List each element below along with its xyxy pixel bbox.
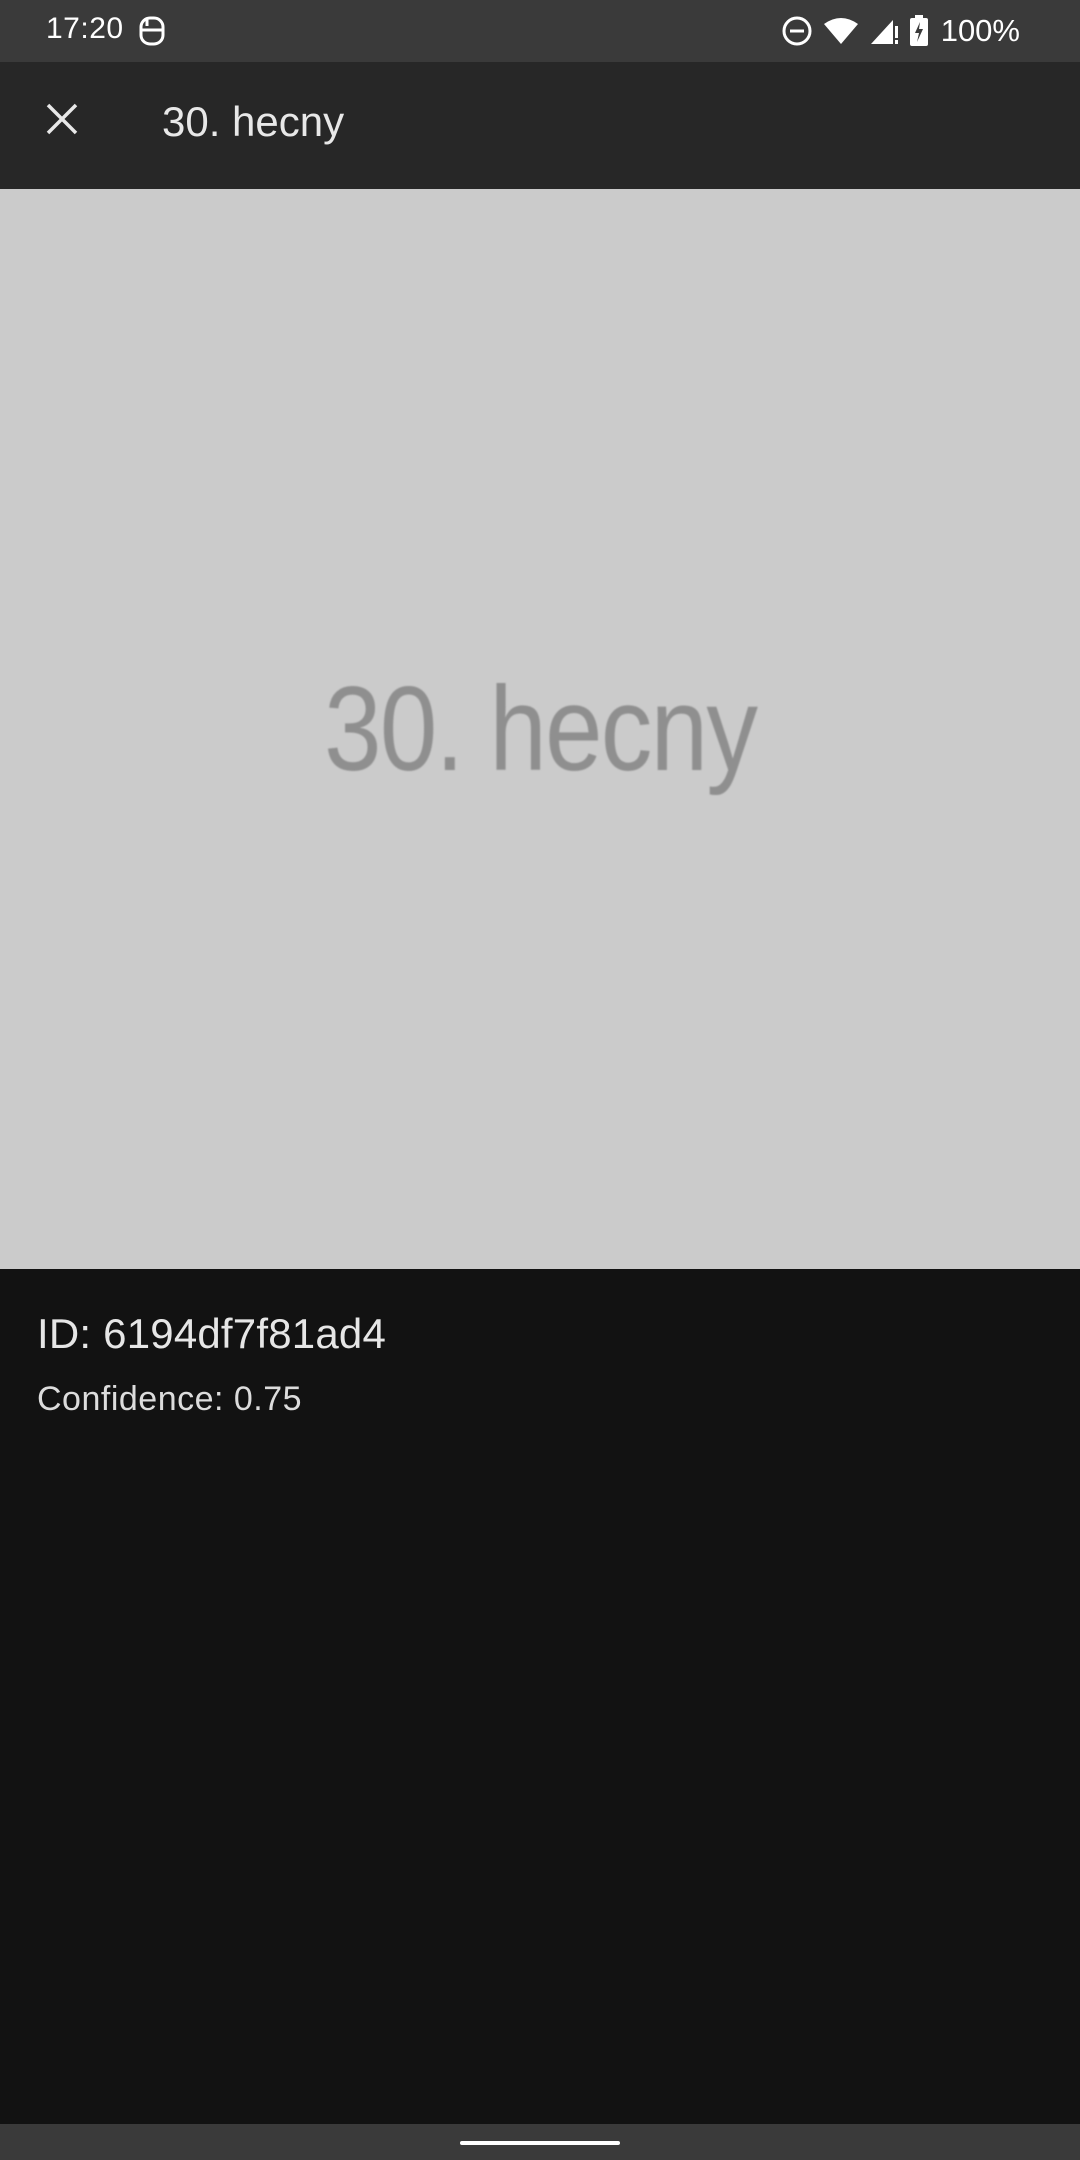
item-id: ID: 6194df7f81ad4: [37, 1310, 387, 1357]
details-section: ID: 6194df7f81ad4 Confidence: 0.75: [37, 1310, 386, 1419]
app-bar: 30. hecny: [0, 62, 1080, 189]
close-button[interactable]: [28, 85, 96, 153]
status-icons: 100%: [781, 11, 1020, 51]
battery-charging-icon: [909, 15, 929, 47]
notification-icon: [138, 14, 166, 48]
status-time: 17:20: [46, 12, 124, 45]
image-preview: 30. hecny: [0, 189, 1080, 1269]
page-title: 30. hecny: [162, 98, 345, 145]
status-bar: 17:20 100%: [0, 0, 1080, 62]
battery-percent: 100%: [940, 13, 1020, 48]
home-gesture-handle[interactable]: [460, 2141, 620, 2145]
cell-signal-icon: [869, 16, 899, 46]
preview-image-text: 30. hecny: [323, 662, 758, 796]
wifi-icon: [823, 16, 859, 46]
close-icon: [46, 103, 78, 135]
do-not-disturb-icon: [781, 15, 813, 47]
screen: 17:20 100% 30. hecny 30. hecny ID: 6194d…: [0, 0, 1080, 2160]
confidence-value: Confidence: 0.75: [37, 1380, 303, 1418]
navigation-bar: [0, 2124, 1080, 2160]
